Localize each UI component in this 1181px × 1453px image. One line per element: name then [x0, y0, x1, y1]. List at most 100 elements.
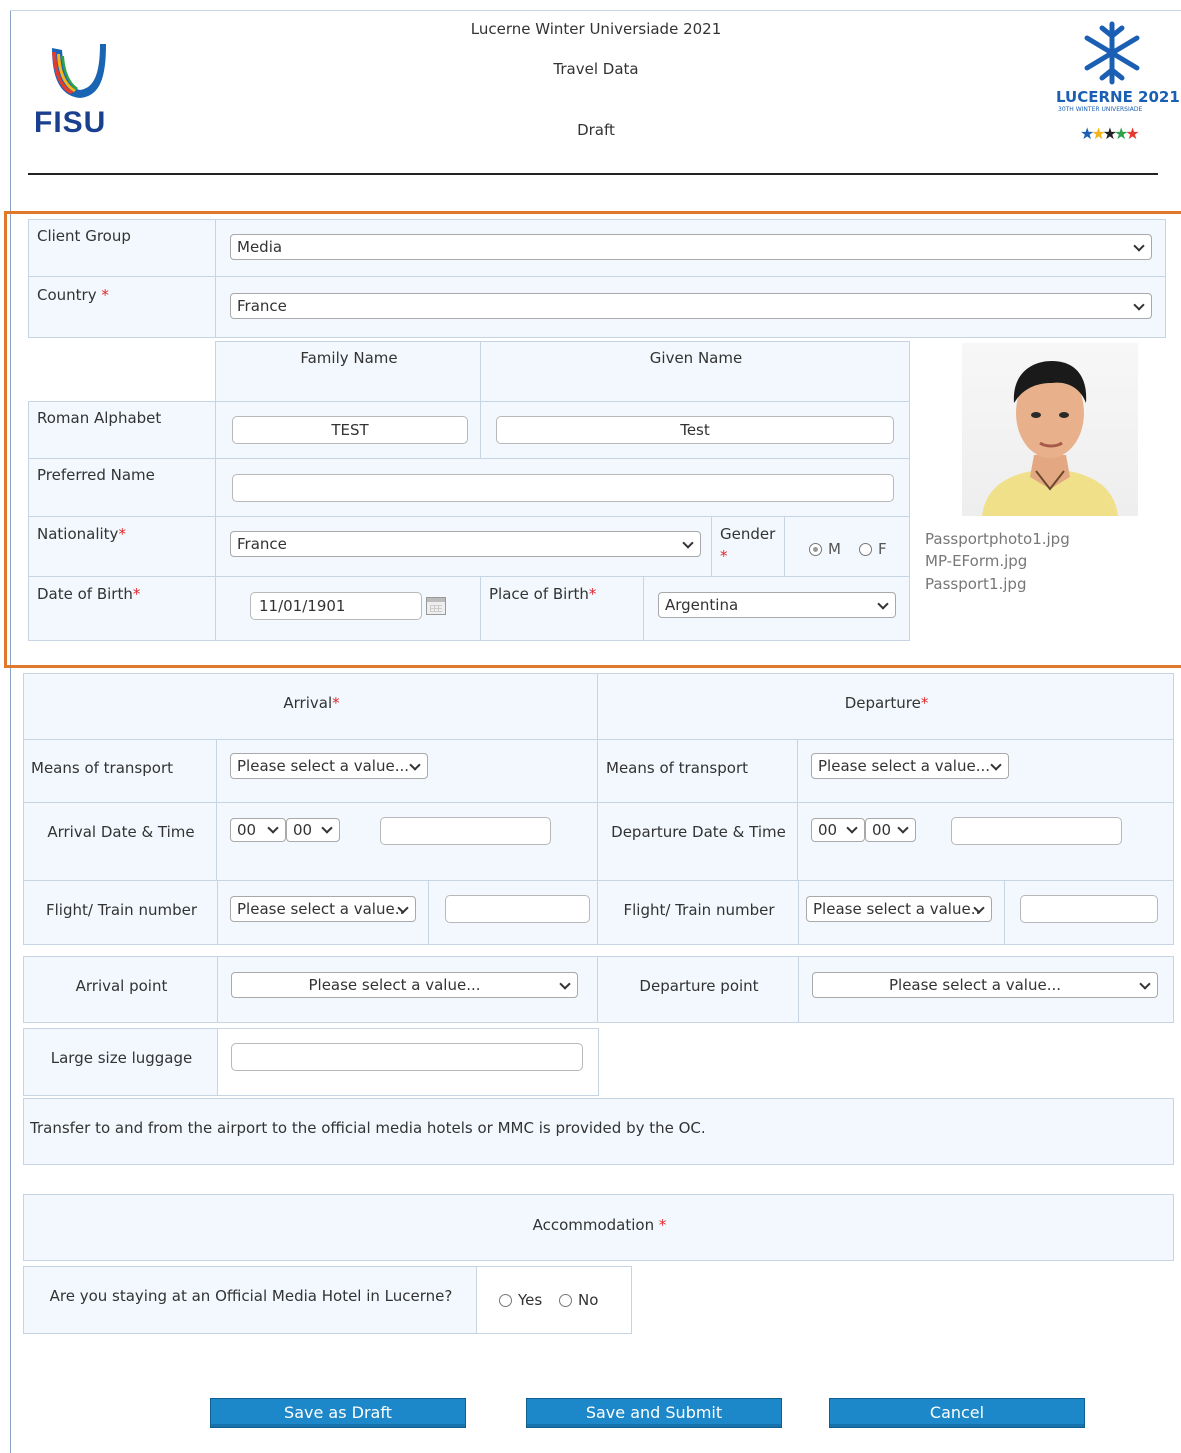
required-mark: * [132, 585, 141, 603]
client-group-select[interactable]: Media [230, 234, 1152, 260]
chevron-down-icon [559, 978, 571, 990]
departure-header-cell: Departure* [597, 673, 1174, 740]
departure-point-select[interactable]: Please select a value... [812, 972, 1158, 998]
transfer-note-cell: Transfer to and from the airport to the … [23, 1098, 1174, 1165]
file-link[interactable]: Passport1.jpg [925, 575, 1026, 593]
arrival-datetime-field-cell: 00 00 [216, 802, 598, 881]
given-name-field-cell: Test [480, 401, 910, 459]
departure-point-label: Departure point [639, 977, 759, 995]
calendar-icon[interactable] [426, 597, 446, 615]
luggage-input[interactable] [231, 1043, 583, 1071]
country-field-cell: France [215, 276, 1166, 338]
radio-icon [559, 1294, 572, 1307]
transfer-note: Transfer to and from the airport to the … [30, 1119, 706, 1137]
departure-flight-input[interactable] [1020, 895, 1158, 923]
gender-label-cell: Gender * [711, 516, 785, 577]
departure-date-input[interactable] [951, 817, 1122, 845]
family-name-header-cell: Family Name [215, 341, 481, 402]
rings-icon: ★★★★★ [1080, 124, 1140, 143]
chevron-down-icon [1133, 240, 1145, 252]
arrival-flight-label-cell: Flight/ Train number [23, 880, 218, 945]
nationality-label: Nationality [37, 525, 119, 543]
dob-input[interactable]: 11/01/1901 [250, 592, 422, 620]
gender-field-cell: M F [784, 516, 910, 577]
gender-f-radio[interactable]: F [859, 540, 887, 558]
radio-selected-icon [809, 543, 822, 556]
save-draft-button[interactable]: Save as Draft [210, 1398, 466, 1428]
gender-m-radio[interactable]: M [809, 540, 841, 558]
departure-minute-select[interactable]: 00 [865, 818, 916, 842]
departure-hour-select[interactable]: 00 [811, 818, 865, 842]
chevron-down-icon [682, 537, 694, 549]
country-label-cell: Country * [28, 276, 216, 338]
chevron-down-icon [1133, 299, 1145, 311]
country-label: Country [37, 286, 97, 304]
arrival-means-select[interactable]: Please select a value... [230, 753, 428, 779]
accommodation-yes-radio[interactable]: Yes [499, 1291, 542, 1309]
pob-label: Place of Birth [489, 585, 589, 603]
arrival-flight-input-cell [428, 880, 598, 945]
arrival-hour-select[interactable]: 00 [230, 818, 286, 842]
departure-point-label-cell: Departure point [597, 956, 799, 1023]
pob-select[interactable]: Argentina [658, 592, 896, 618]
chevron-down-icon [321, 822, 333, 834]
accommodation-question: Are you staying at an Official Media Hot… [49, 1287, 453, 1305]
pob-field-cell: Argentina [643, 576, 910, 641]
arrival-point-label-cell: Arrival point [23, 956, 218, 1023]
departure-flight-select-cell: Please select a value.. [798, 880, 1005, 945]
chevron-down-icon [897, 822, 909, 834]
departure-flight-select[interactable]: Please select a value.. [806, 896, 992, 922]
arrival-minute-select[interactable]: 00 [286, 818, 340, 842]
accommodation-question-cell: Are you staying at an Official Media Hot… [23, 1266, 477, 1334]
lucerne-logo: LUCERNE 2021 30TH WINTER UNIVERSIADE ★★★… [1052, 20, 1180, 150]
departure-datetime-field-cell: 00 00 [797, 802, 1174, 881]
departure-point-field-cell: Please select a value... [798, 956, 1174, 1023]
status-label: Draft [577, 121, 615, 139]
departure-flight-label-cell: Flight/ Train number [597, 880, 799, 945]
arrival-flight-select[interactable]: Please select a value.. [230, 896, 416, 922]
arrival-header-cell: Arrival* [23, 673, 598, 740]
family-name-input[interactable]: TEST [232, 416, 468, 444]
given-name-input[interactable]: Test [496, 416, 894, 444]
chevron-down-icon [267, 822, 279, 834]
form-title: Travel Data [553, 60, 639, 78]
client-group-label-cell: Client Group [28, 219, 216, 277]
fisu-logo: FISU [30, 38, 130, 139]
cancel-button[interactable]: Cancel [829, 1398, 1085, 1428]
arrival-flight-label: Flight/ Train number [46, 901, 197, 919]
arrival-datetime-label-cell: Arrival Date & Time [23, 802, 217, 881]
pob-label-cell: Place of Birth* [480, 576, 644, 641]
departure-means-select[interactable]: Please select a value... [811, 753, 1009, 779]
preferred-name-label: Preferred Name [37, 466, 155, 484]
required-mark: * [658, 1216, 667, 1234]
preferred-name-input[interactable] [232, 474, 894, 502]
lucerne-logo-text: LUCERNE 2021 [1056, 88, 1180, 106]
client-group-field-cell: Media [215, 219, 1166, 277]
save-submit-button[interactable]: Save and Submit [526, 1398, 782, 1428]
arrival-point-label: Arrival point [75, 977, 168, 995]
arrival-flight-input[interactable] [445, 895, 590, 923]
departure-datetime-label: Departure Date & Time [611, 823, 786, 841]
accommodation-no-radio[interactable]: No [559, 1291, 598, 1309]
departure-flight-input-cell [1004, 880, 1174, 945]
given-name-header: Given Name [649, 349, 743, 367]
arrival-point-select[interactable]: Please select a value... [231, 972, 578, 998]
arrival-means-field-cell: Please select a value... [216, 739, 598, 803]
dob-label-cell: Date of Birth* [28, 576, 216, 641]
departure-means-field-cell: Please select a value... [797, 739, 1174, 803]
roman-alphabet-label-cell: Roman Alphabet [28, 401, 216, 459]
event-title: Lucerne Winter Universiade 2021 [470, 20, 722, 38]
nationality-select[interactable]: France [230, 531, 701, 557]
luggage-field-cell [217, 1028, 599, 1096]
file-link[interactable]: Passportphoto1.jpg [925, 530, 1070, 548]
file-link[interactable]: MP-EForm.jpg [925, 552, 1027, 570]
arrival-date-input[interactable] [380, 817, 551, 845]
roman-alphabet-label: Roman Alphabet [37, 409, 162, 427]
country-select[interactable]: France [230, 293, 1152, 319]
arrival-header: Arrival [283, 694, 333, 712]
chevron-down-icon [409, 759, 421, 771]
departure-header: Departure [844, 694, 921, 712]
person-photo-icon [982, 361, 1118, 516]
arrival-means-label-cell: Means of transport [23, 739, 217, 803]
departure-means-label: Means of transport [606, 759, 748, 777]
